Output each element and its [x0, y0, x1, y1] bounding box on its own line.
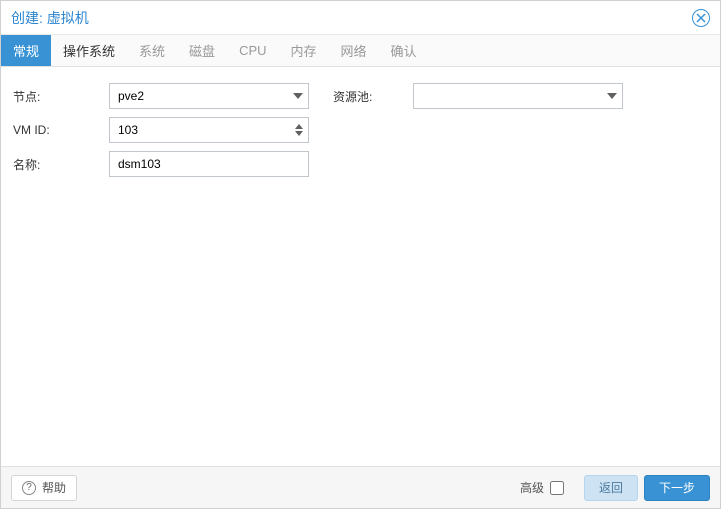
chevron-down-icon: [293, 91, 303, 101]
vmid-label: VM ID:: [13, 123, 109, 137]
pool-input[interactable]: [413, 83, 623, 109]
back-button[interactable]: 返回: [584, 475, 638, 501]
right-column: 资源池:: [333, 83, 623, 109]
advanced-toggle[interactable]: 高级: [520, 479, 564, 496]
close-button[interactable]: [692, 9, 710, 27]
advanced-checkbox[interactable]: [550, 481, 564, 495]
help-button[interactable]: ? 帮助: [11, 475, 77, 501]
tab-confirm: 确认: [379, 35, 429, 66]
tab-cpu: CPU: [227, 35, 278, 66]
tab-memory: 内存: [279, 35, 329, 66]
help-icon: ?: [22, 481, 36, 495]
footer: ? 帮助 高级 返回 下一步: [1, 466, 720, 508]
wizard-tabs: 常规 操作系统 系统 磁盘 CPU 内存 网络 确认: [1, 35, 720, 67]
tab-disks: 磁盘: [177, 35, 227, 66]
help-label: 帮助: [42, 479, 66, 496]
pool-dropdown-trigger[interactable]: [601, 83, 623, 109]
tab-network: 网络: [329, 35, 379, 66]
vmid-input[interactable]: [109, 117, 309, 143]
advanced-label: 高级: [520, 479, 544, 496]
tab-system: 系统: [127, 35, 177, 66]
create-vm-dialog: 创建: 虚拟机 常规 操作系统 系统 磁盘 CPU 内存 网络 确认 节点: V…: [0, 0, 721, 509]
node-label: 节点:: [13, 88, 109, 105]
window-title: 创建: 虚拟机: [11, 8, 89, 28]
spinner-up-icon: [295, 124, 303, 129]
node-input[interactable]: [109, 83, 309, 109]
node-field: [109, 83, 309, 109]
tab-os[interactable]: 操作系统: [51, 35, 127, 66]
vmid-field: [109, 117, 309, 143]
pool-field: [413, 83, 623, 109]
left-column: 节点: VM ID: 名称:: [13, 83, 309, 177]
tab-general[interactable]: 常规: [1, 35, 51, 66]
spinner-down-icon: [295, 131, 303, 136]
vmid-spinner[interactable]: [289, 117, 309, 143]
name-label: 名称:: [13, 156, 109, 173]
chevron-down-icon: [607, 91, 617, 101]
next-button[interactable]: 下一步: [644, 475, 710, 501]
node-dropdown-trigger[interactable]: [287, 83, 309, 109]
pool-label: 资源池:: [333, 88, 413, 105]
titlebar: 创建: 虚拟机: [1, 1, 720, 35]
form-content: 节点: VM ID: 名称: 资源池:: [1, 67, 720, 466]
close-icon: [696, 13, 706, 23]
name-input[interactable]: [109, 151, 309, 177]
name-field: [109, 151, 309, 177]
